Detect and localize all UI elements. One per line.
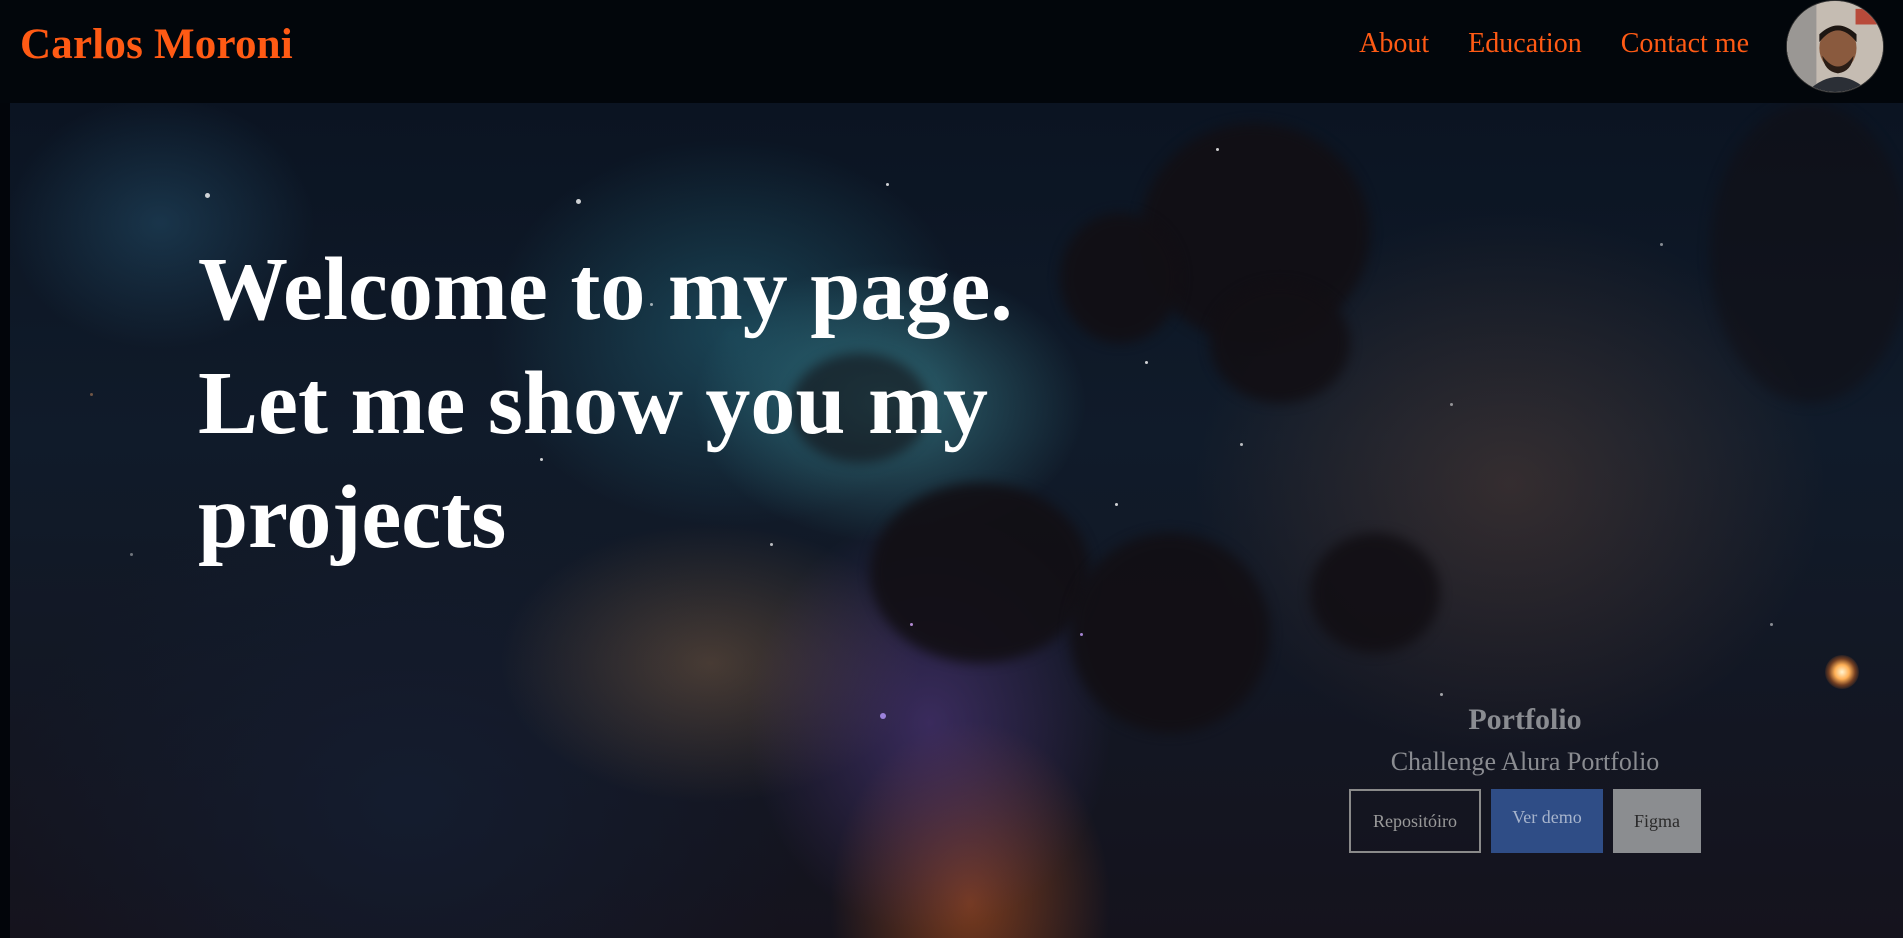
portfolio-card: Portfolio Challenge Alura Portfolio Repo… <box>1340 703 1710 853</box>
nav-education[interactable]: Education <box>1468 28 1582 60</box>
nav-contact[interactable]: Contact me <box>1621 28 1749 60</box>
nav-about[interactable]: About <box>1359 28 1429 60</box>
portfolio-subtitle: Challenge Alura Portfolio <box>1390 747 1660 776</box>
portfolio-title: Portfolio <box>1468 703 1582 736</box>
hero-headline: Welcome to my page. Let me show you my p… <box>198 233 1098 575</box>
site-header: Carlos Moroni About Education Contact me <box>0 0 1903 103</box>
avatar[interactable] <box>1786 0 1884 93</box>
portfolio-buttons: Repositóiro Ver demo Figma <box>1340 789 1710 853</box>
repository-button[interactable]: Repositóiro <box>1349 789 1481 853</box>
profile-photo-icon <box>1787 1 1883 92</box>
brand-name[interactable]: Carlos Moroni <box>20 20 293 69</box>
figma-button[interactable]: Figma <box>1613 789 1701 853</box>
view-demo-button[interactable]: Ver demo <box>1491 789 1603 853</box>
headline-line-1: Welcome to my page. <box>198 240 1013 339</box>
main-nav: About Education Contact me <box>1359 28 1749 60</box>
hero-section: Welcome to my page. Let me show you my p… <box>10 103 1903 938</box>
headline-line-2: Let me show you my <box>198 354 988 453</box>
headline-line-3: projects <box>198 468 507 567</box>
